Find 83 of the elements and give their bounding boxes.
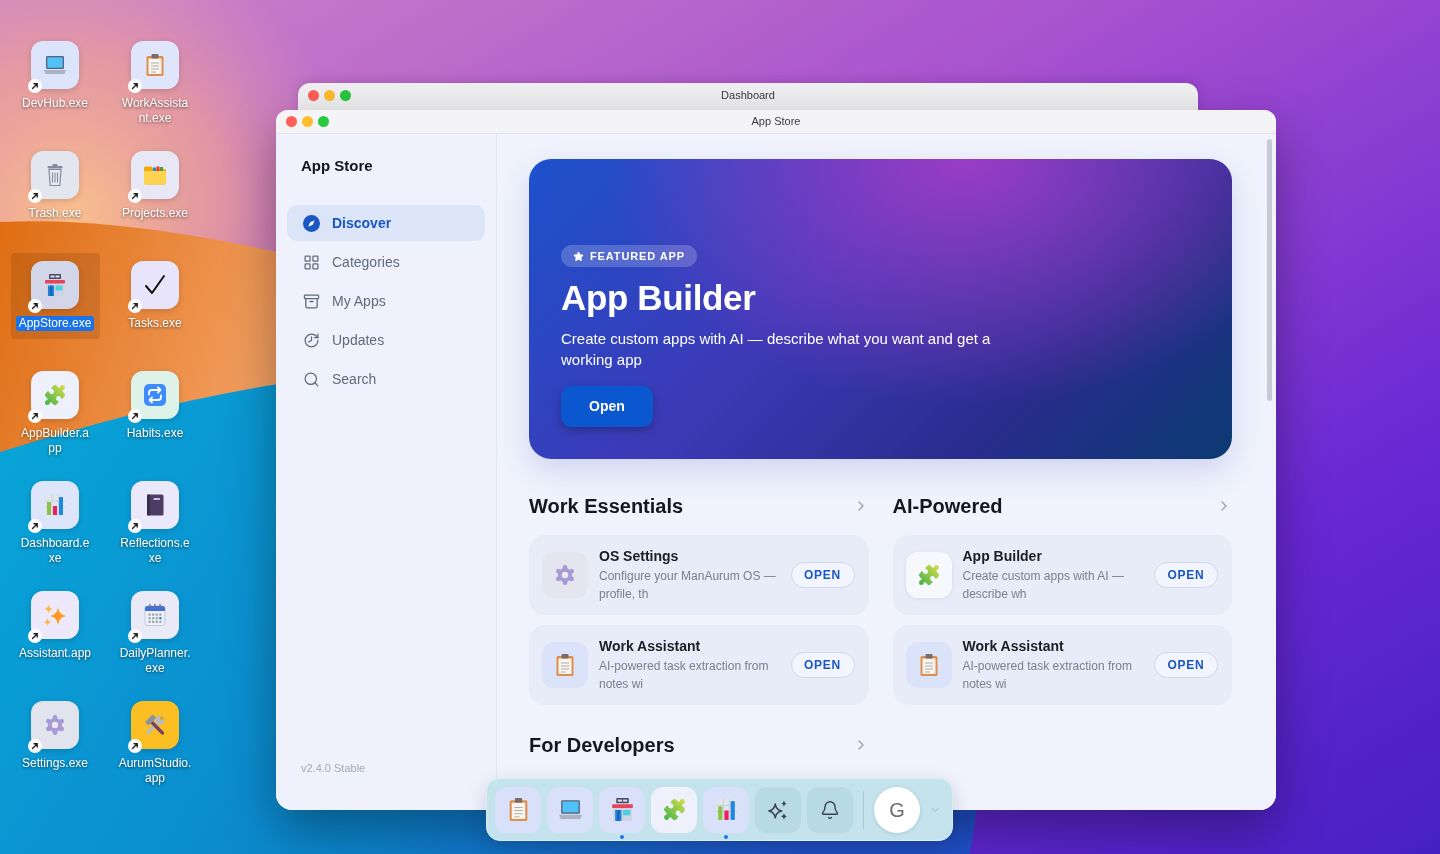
app-name: OS Settings — [599, 547, 680, 565]
sidebar-title: App Store — [300, 156, 374, 175]
sparkles-icon — [31, 591, 79, 639]
nav-item[interactable]: Categories — [287, 244, 485, 280]
open-button[interactable]: OPEN — [790, 562, 855, 588]
minimize-button[interactable] — [302, 116, 313, 127]
compass-icon — [303, 214, 320, 232]
gear-icon — [31, 701, 79, 749]
storefront-icon — [31, 261, 79, 309]
search-icon — [303, 370, 320, 388]
maximize-button[interactable] — [340, 90, 351, 101]
desktop-shortcut[interactable]: Dashboard.exe — [10, 473, 100, 574]
scrollbar[interactable] — [1267, 139, 1272, 401]
section-title: For Developers — [529, 733, 675, 757]
grid-icon — [303, 253, 320, 271]
laptop-icon — [31, 41, 79, 89]
desktop-shortcut[interactable]: Habits.exe — [110, 363, 200, 449]
puzzle-piece-icon — [905, 552, 952, 598]
desktop-shortcut[interactable]: AurumStudio.app — [110, 693, 200, 794]
desktop-shortcut[interactable]: DailyPlanner.exe — [110, 583, 200, 684]
app-description: AI-powered task extraction from notes wi — [599, 658, 770, 693]
featured-description: Create custom apps with AI — describe what you want and get a working app — [561, 329, 992, 370]
notebook-icon — [131, 481, 179, 529]
trash-can-icon — [31, 151, 79, 199]
bar-chart-icon — [713, 797, 739, 822]
nav-item[interactable]: Updates — [287, 322, 485, 358]
app-description: Configure your ManAurum OS — profile, th — [599, 568, 777, 603]
clipboard-icon — [542, 642, 588, 688]
dock-button[interactable] — [755, 786, 801, 833]
section-title: Work Essentials — [529, 494, 684, 518]
badge-label: FEATURED APP — [590, 248, 685, 264]
puzzle-piece-icon — [661, 797, 687, 822]
calendar-icon — [131, 591, 179, 639]
open-button[interactable]: OPEN — [1154, 652, 1218, 678]
checkmark-icon — [131, 261, 179, 309]
nav-item[interactable]: My Apps — [287, 283, 485, 319]
desktop-shortcut[interactable]: Reflections.exe — [110, 473, 200, 574]
laptop-icon — [557, 797, 583, 822]
archive-box-icon — [303, 292, 320, 310]
desktop-shortcut[interactable]: Projects.exe — [110, 143, 200, 229]
maximize-button[interactable] — [318, 116, 329, 127]
nav-item[interactable]: Search — [287, 361, 485, 397]
close-button[interactable] — [286, 116, 297, 127]
open-button[interactable]: Open — [561, 386, 653, 427]
gear-icon — [542, 552, 588, 598]
avatar[interactable]: G — [874, 786, 920, 833]
open-button[interactable]: OPEN — [1154, 562, 1218, 588]
desktop-shortcut[interactable]: AppStore.exe — [10, 253, 100, 339]
app-description: AI-powered task extraction from notes wi — [962, 658, 1133, 693]
star-icon — [573, 250, 584, 262]
app-name: Work Assistant — [962, 637, 1065, 655]
clipboard-icon — [131, 41, 179, 89]
desktop-shortcut[interactable]: Assistant.app — [10, 583, 100, 669]
close-button[interactable] — [308, 90, 319, 101]
sparkles-icon — [767, 798, 789, 821]
repeat-arrows-icon — [131, 371, 179, 419]
desktop-shortcut[interactable]: Tasks.exe — [110, 253, 200, 339]
storefront-icon — [609, 797, 635, 822]
clock-arrow-icon — [303, 331, 320, 349]
section-title: AI-Powered — [892, 494, 1003, 518]
puzzle-piece-icon — [31, 371, 79, 419]
desktop-shortcut[interactable]: DevHub.exe — [10, 33, 100, 119]
app-name: App Builder — [962, 547, 1043, 565]
nav-item[interactable]: Discover — [287, 205, 485, 241]
app-name: Work Assistant — [599, 637, 702, 655]
window-title: App Store — [751, 114, 801, 130]
desktop-shortcut[interactable]: WorkAssistant.exe — [110, 33, 200, 134]
window-title: Dashboard — [721, 88, 775, 104]
bar-chart-icon — [31, 481, 79, 529]
dock-button[interactable] — [807, 786, 853, 833]
dock-button[interactable] — [599, 786, 645, 833]
open-button[interactable]: OPEN — [790, 652, 855, 678]
folder-icon — [131, 151, 179, 199]
featured-title: App Builder — [561, 278, 756, 318]
tools-icon — [131, 701, 179, 749]
minimize-button[interactable] — [324, 90, 335, 101]
version-label: v2.4.0 Stable — [300, 760, 367, 776]
clipboard-icon — [905, 642, 952, 688]
bell-icon — [820, 799, 840, 820]
app-description: Create custom apps with AI — describe wh — [962, 568, 1125, 603]
dock-button[interactable] — [703, 786, 749, 833]
dock-button[interactable] — [547, 786, 593, 833]
desktop-shortcut[interactable]: Settings.exe — [10, 693, 100, 779]
